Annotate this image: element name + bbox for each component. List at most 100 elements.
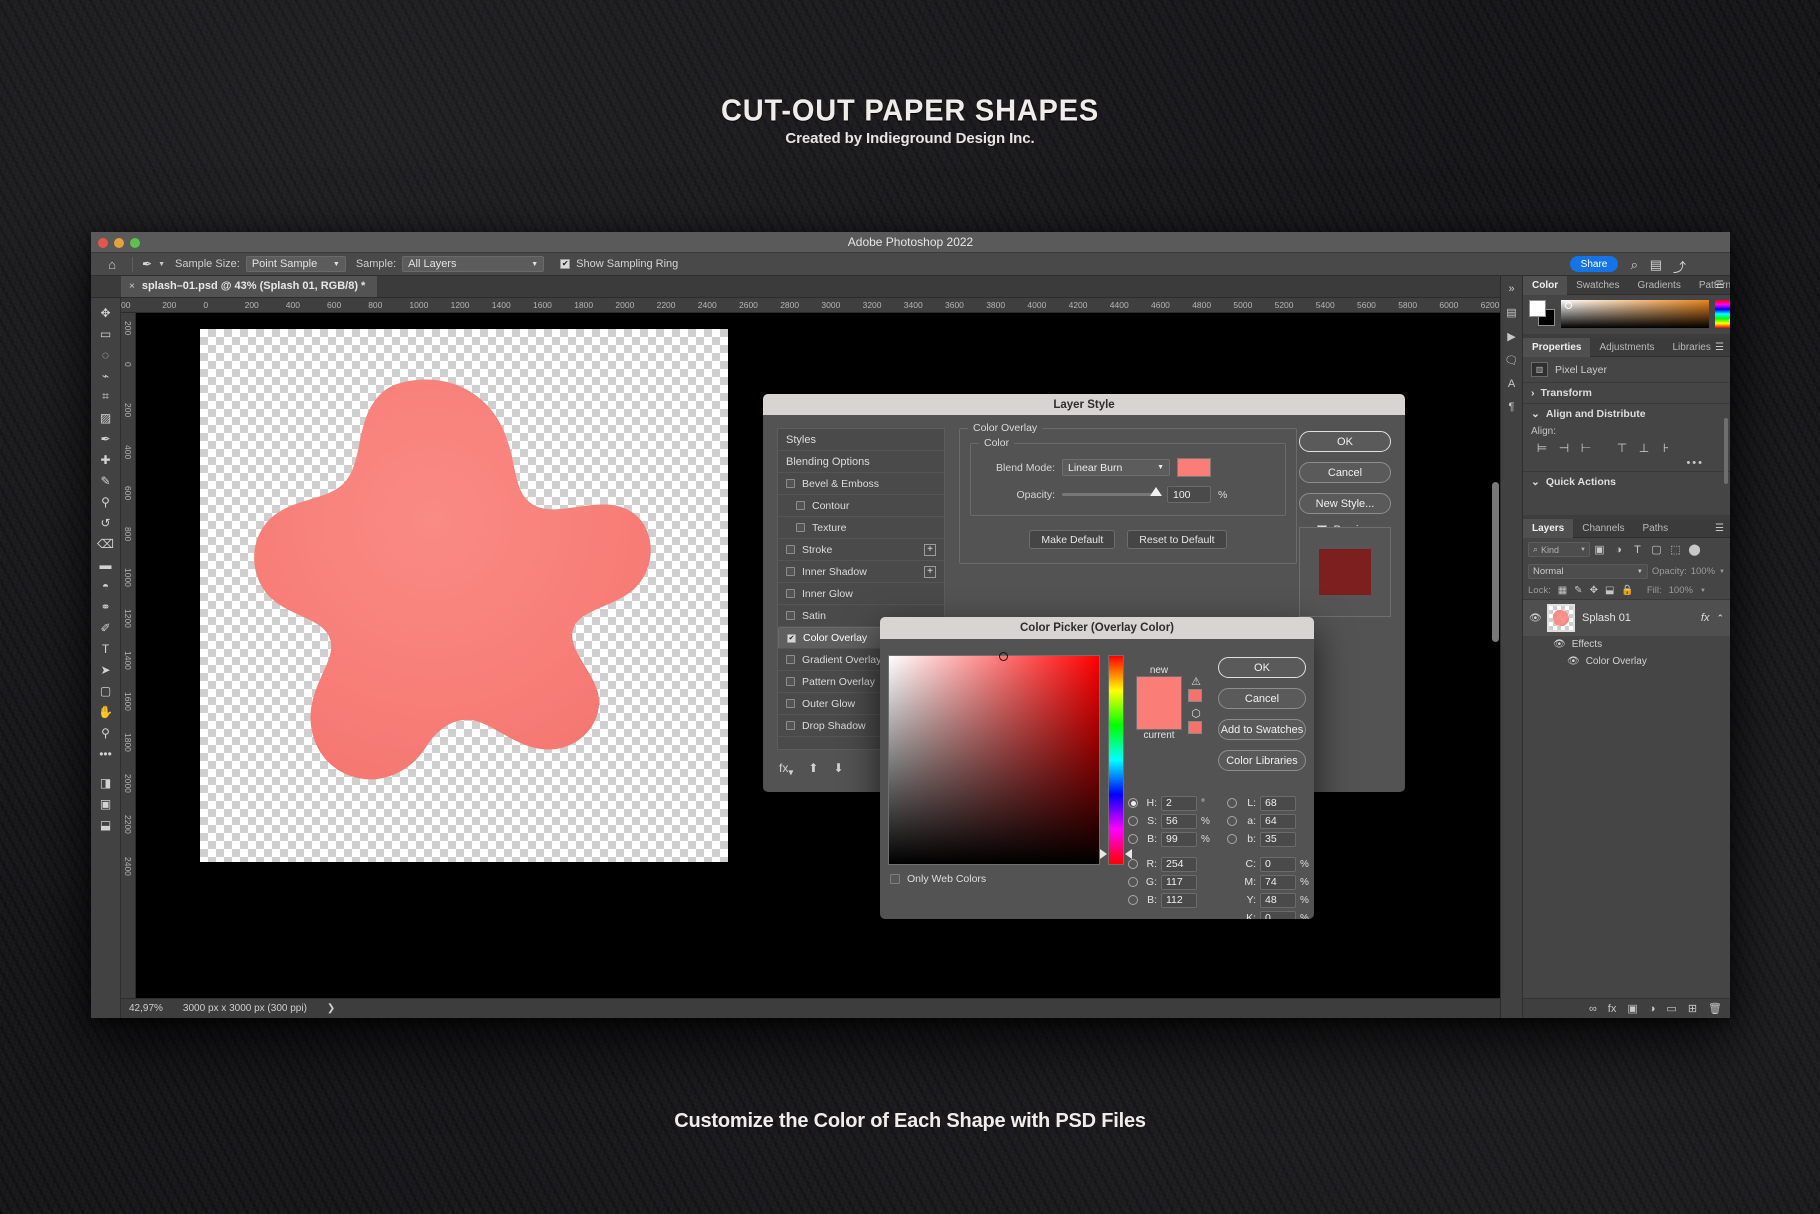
layer-style-checkbox[interactable]: ✔ bbox=[786, 589, 795, 598]
color-mode-radio-h[interactable] bbox=[1128, 798, 1138, 808]
layer-style-checkbox[interactable]: ✔ bbox=[786, 545, 795, 554]
color-field-input-y[interactable]: 48 bbox=[1260, 892, 1296, 908]
layer-style-item-contour[interactable]: ✔ Contour bbox=[778, 495, 944, 517]
layer-style-item-bevel-emboss[interactable]: ✔ Bevel & Emboss bbox=[778, 473, 944, 495]
up-arrow-icon[interactable]: ⬆ bbox=[808, 761, 818, 778]
tab-color[interactable]: Color bbox=[1523, 275, 1568, 295]
lock-transparency-icon[interactable]: ▦ bbox=[1558, 585, 1567, 596]
color-libraries-button[interactable]: Color Libraries bbox=[1218, 750, 1306, 771]
mask-icon[interactable]: ▣ bbox=[1627, 1002, 1637, 1015]
color-field-input-r[interactable]: 254 bbox=[1161, 856, 1197, 872]
spot-healing-icon[interactable]: ✚ bbox=[91, 449, 121, 470]
layer-style-checkbox[interactable]: ✔ bbox=[796, 523, 805, 532]
eraser-icon[interactable]: ⌫ bbox=[91, 533, 121, 554]
show-sampling-ring-checkbox[interactable]: ✔ bbox=[560, 259, 571, 269]
layer-effects-row[interactable]: 👁 Effects bbox=[1523, 636, 1730, 653]
close-icon[interactable]: × bbox=[129, 281, 135, 292]
blend-mode-select[interactable]: Linear Burn ▼ bbox=[1062, 459, 1170, 476]
zoom-level[interactable]: 42,97% bbox=[129, 1003, 163, 1014]
align-middle-v-icon[interactable]: ⊥ bbox=[1633, 441, 1655, 455]
minimize-window-button[interactable] bbox=[114, 238, 124, 248]
chevron-down-icon[interactable]: ▼ bbox=[1700, 588, 1706, 594]
panel-menu-icon[interactable]: ☰ bbox=[1715, 280, 1724, 291]
color-field-input-h[interactable]: 2 bbox=[1161, 795, 1197, 811]
share-button[interactable]: Share bbox=[1570, 256, 1618, 272]
layer-filter-kind-select[interactable]: ⌕ Kind ▼ bbox=[1528, 542, 1590, 557]
color-field-input-c[interactable]: 0 bbox=[1260, 856, 1296, 872]
layer-visibility-icon[interactable]: 👁 bbox=[1529, 613, 1542, 624]
opacity-input[interactable]: 100 bbox=[1167, 486, 1211, 503]
filter-pixel-icon[interactable]: ▣ bbox=[1590, 543, 1609, 556]
tab-swatches[interactable]: Swatches bbox=[1567, 276, 1628, 295]
layer-style-checkbox[interactable]: ✔ bbox=[787, 633, 796, 643]
document-tab[interactable]: × splash–01.psd @ 43% (Splash 01, RGB/8)… bbox=[121, 275, 378, 297]
add-effect-icon[interactable]: + bbox=[924, 565, 936, 578]
lock-all-icon[interactable]: 🔒 bbox=[1621, 585, 1633, 596]
align-bottom-icon[interactable]: ⊦ bbox=[1655, 441, 1677, 455]
lasso-icon[interactable]: ◌ bbox=[91, 344, 121, 365]
add-to-swatches-button[interactable]: Add to Swatches bbox=[1218, 719, 1306, 740]
layer-style-checkbox[interactable]: ✔ bbox=[786, 721, 795, 730]
frame-icon[interactable]: ▨ bbox=[91, 407, 121, 428]
layer-style-cancel-button[interactable]: Cancel bbox=[1299, 462, 1391, 483]
tab-channels[interactable]: Channels bbox=[1573, 519, 1633, 538]
color-field-input-g[interactable]: 117 bbox=[1161, 874, 1197, 890]
gamut-warning-icon[interactable]: ⚠ bbox=[1188, 675, 1204, 688]
align-more-icon[interactable]: ••• bbox=[1523, 457, 1730, 469]
color-mode-radio-a[interactable] bbox=[1227, 816, 1237, 826]
group-icon[interactable]: ▭ bbox=[1666, 1002, 1676, 1015]
hue-strip[interactable] bbox=[1715, 300, 1730, 328]
section-transform[interactable]: › Transform bbox=[1523, 382, 1730, 403]
screen-mode-icon[interactable]: ⬓ bbox=[91, 814, 121, 835]
brush-icon[interactable]: ✎ bbox=[91, 470, 121, 491]
comment-icon[interactable]: 🗨 bbox=[1505, 354, 1519, 367]
hue-slider[interactable] bbox=[1100, 655, 1132, 865]
chevron-down-icon[interactable]: ▼ bbox=[1719, 569, 1725, 575]
color-mode-radio-b[interactable] bbox=[1128, 834, 1138, 844]
sample-size-select[interactable]: Point Sample ▼ bbox=[245, 256, 346, 272]
lock-image-icon[interactable]: ✎ bbox=[1574, 585, 1582, 596]
workspace-icon[interactable]: ▤ bbox=[1650, 257, 1662, 273]
layer-style-checkbox[interactable]: ✔ bbox=[786, 611, 795, 620]
color-mode-radio-b[interactable] bbox=[1227, 834, 1237, 844]
color-ramp-picker[interactable] bbox=[1565, 302, 1572, 309]
color-picker-ok-button[interactable]: OK bbox=[1218, 657, 1306, 678]
saturation-value-field[interactable] bbox=[888, 652, 1100, 865]
sv-cursor-icon[interactable] bbox=[999, 652, 1008, 661]
color-mode-radio-g[interactable] bbox=[1128, 877, 1138, 887]
color-mode-radio-b[interactable] bbox=[1128, 895, 1138, 905]
section-align-and-distribute[interactable]: ⌄ Align and Distribute bbox=[1523, 403, 1730, 424]
link-icon[interactable]: ∞ bbox=[1589, 1003, 1597, 1015]
down-arrow-icon[interactable]: ⬇ bbox=[833, 761, 843, 778]
search-icon[interactable]: ⌕ bbox=[1631, 257, 1638, 273]
fx-icon[interactable]: fx bbox=[1701, 612, 1710, 624]
layer-style-ok-button[interactable]: OK bbox=[1299, 431, 1391, 452]
new-layer-icon[interactable]: ⊞ bbox=[1688, 1002, 1697, 1015]
sample-select[interactable]: All Layers ▼ bbox=[402, 256, 545, 272]
tab-layers[interactable]: Layers bbox=[1523, 518, 1574, 538]
layer-style-item-styles[interactable]: Styles bbox=[778, 429, 944, 451]
artboard[interactable] bbox=[200, 329, 728, 862]
color-mode-radio-r[interactable] bbox=[1128, 859, 1138, 869]
splash-shape[interactable] bbox=[226, 373, 696, 813]
layer-name[interactable]: Splash 01 bbox=[1582, 612, 1694, 624]
properties-scrollbar[interactable] bbox=[1724, 418, 1728, 484]
align-left-icon[interactable]: ⊨ bbox=[1531, 441, 1553, 455]
overlay-color-swatch[interactable] bbox=[1177, 458, 1211, 477]
fx-icon[interactable]: fx bbox=[1608, 1003, 1617, 1015]
tab-libraries[interactable]: Libraries bbox=[1664, 338, 1720, 357]
collapse-icon[interactable]: » bbox=[1508, 283, 1514, 295]
fx-icon[interactable]: fx▾ bbox=[779, 761, 793, 778]
status-expand-icon[interactable]: ❯ bbox=[327, 1003, 335, 1014]
paragraph-icon[interactable]: ¶ bbox=[1509, 401, 1515, 413]
chevron-down-icon[interactable]: ▼ bbox=[158, 261, 165, 268]
layer-thumbnail[interactable] bbox=[1547, 604, 1575, 632]
new-style-button[interactable]: New Style... bbox=[1299, 493, 1391, 514]
chevron-up-icon[interactable]: ⌃ bbox=[1716, 613, 1724, 624]
layer-style-checkbox[interactable]: ✔ bbox=[786, 567, 795, 576]
layer-style-checkbox[interactable]: ✔ bbox=[786, 655, 795, 664]
blur-icon[interactable]: ◓ bbox=[91, 575, 121, 596]
reset-to-default-button[interactable]: Reset to Default bbox=[1127, 530, 1227, 549]
color-field-input-a[interactable]: 64 bbox=[1260, 813, 1296, 829]
type-icon[interactable]: T bbox=[91, 638, 121, 659]
